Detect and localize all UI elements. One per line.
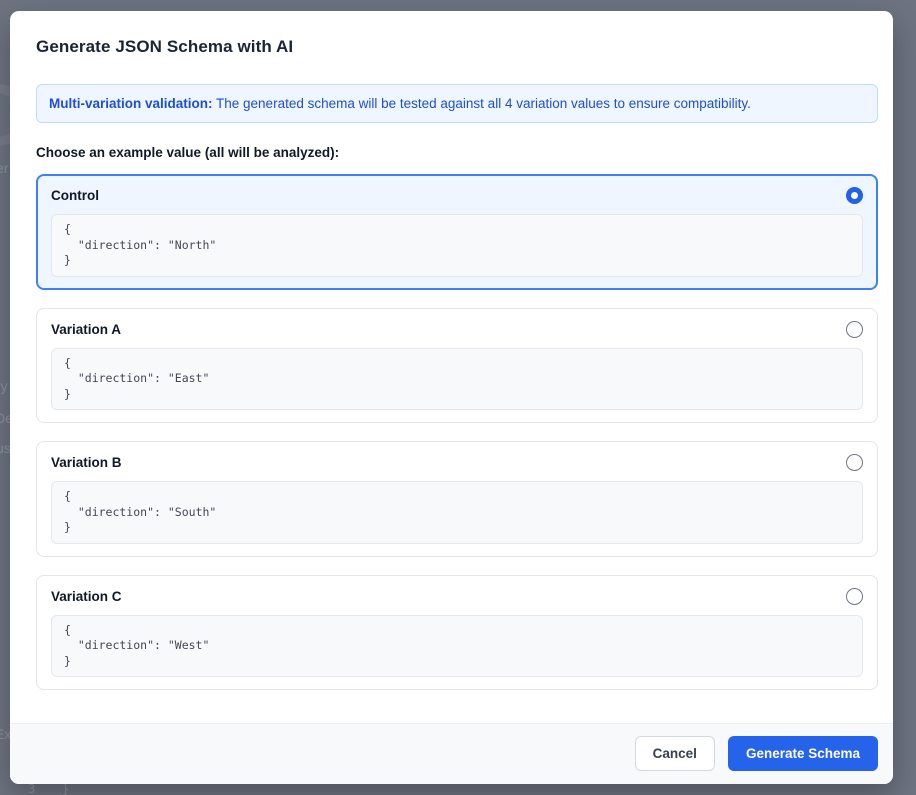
radio-control-checked[interactable] <box>846 187 863 204</box>
generate-schema-button[interactable]: Generate Schema <box>727 735 878 771</box>
option-header: Variation A <box>51 320 863 338</box>
option-header: Control <box>51 187 863 204</box>
option-label: Variation B <box>51 455 122 470</box>
radio-variation-b[interactable] <box>846 454 863 471</box>
option-card-control[interactable]: Control { "direction": "North" } <box>36 174 878 290</box>
choose-example-label: Choose an example value (all will be ana… <box>36 145 340 160</box>
info-banner-text: The generated schema will be tested agai… <box>212 96 751 111</box>
option-header: Variation C <box>51 587 863 605</box>
multi-variation-info-banner: Multi-variation validation: The generate… <box>36 84 878 123</box>
option-card-variation-c[interactable]: Variation C { "direction": "West" } <box>36 574 878 690</box>
option-code-block: { "direction": "East" } <box>51 347 863 410</box>
cancel-button[interactable]: Cancel <box>634 735 715 771</box>
generate-json-schema-modal: Generate JSON Schema with AI Multi-varia… <box>10 11 893 784</box>
option-header: Variation B <box>51 454 863 471</box>
option-code-block: { "direction": "West" } <box>51 614 863 677</box>
modal-content: Generate JSON Schema with AI Multi-varia… <box>10 11 893 708</box>
radio-variation-a[interactable] <box>846 320 863 338</box>
option-label: Control <box>51 188 99 203</box>
option-code-block: { "direction": "South" } <box>51 481 863 544</box>
option-label: Variation C <box>51 588 122 604</box>
background-text-fragment: ry <box>0 378 8 394</box>
option-label: Variation A <box>51 321 122 337</box>
radio-variation-c[interactable] <box>846 587 863 605</box>
modal-title: Generate JSON Schema with AI <box>36 37 294 56</box>
option-card-variation-b[interactable]: Variation B { "direction": "South" } <box>36 441 878 557</box>
info-banner-bold-prefix: Multi-variation validation: <box>49 96 213 111</box>
background-text-fragment: er <box>0 160 9 176</box>
option-card-variation-a[interactable]: Variation A { "direction": "East" } <box>36 307 878 423</box>
modal-footer: Cancel Generate Schema <box>10 723 893 784</box>
option-code-block: { "direction": "North" } <box>51 214 863 277</box>
